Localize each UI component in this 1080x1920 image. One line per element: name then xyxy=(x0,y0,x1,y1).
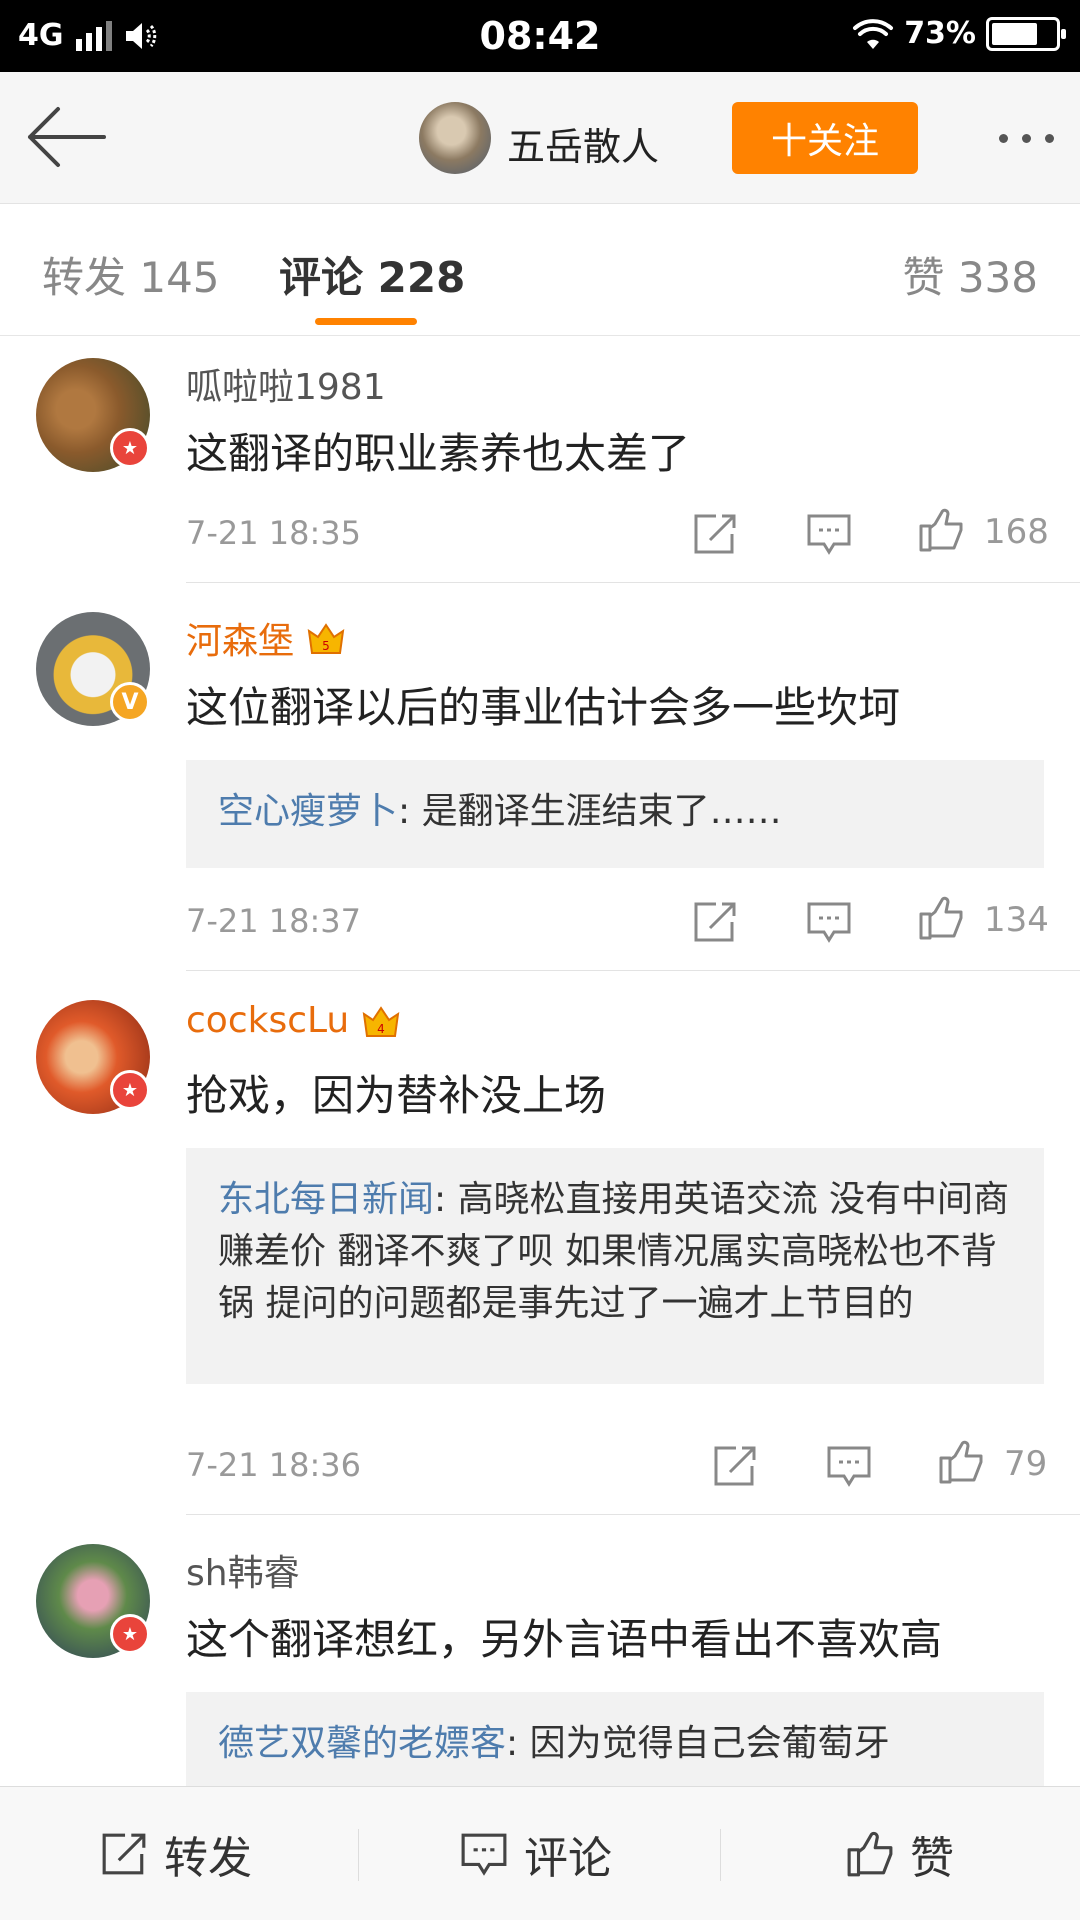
svg-text:4: 4 xyxy=(377,1022,385,1036)
battery-percent: 73% xyxy=(904,16,976,51)
bottom-action-bar: 转发 评论 赞 xyxy=(0,1786,1080,1920)
reply-text: : 因为觉得自己会葡萄牙 xyxy=(506,1723,890,1764)
comment-icon xyxy=(461,1833,507,1876)
vip-crown-icon: 4 xyxy=(362,1005,400,1037)
bottom-divider xyxy=(720,1829,721,1881)
detail-tabs: 转发 145 评论 228 赞 338 xyxy=(0,204,1080,336)
back-arrow-icon[interactable] xyxy=(22,102,112,172)
active-tab-indicator xyxy=(315,318,417,325)
profile-header: 五岳散人 十关注 xyxy=(0,72,1080,204)
comment-username[interactable]: 呱啦啦1981 xyxy=(186,358,386,410)
profile-name[interactable]: 五岳散人 xyxy=(507,116,659,171)
member-badge-icon: ★ xyxy=(110,1070,150,1110)
follow-button[interactable]: 十关注 xyxy=(732,102,918,174)
reply-icon[interactable] xyxy=(826,1444,872,1488)
reply-preview[interactable]: 东北每日新闻: 高晓松直接用英语交流 没有中间商赚差价 翻译不爽了呗 如果情况属… xyxy=(186,1148,1044,1384)
comment-time: 7-21 18:35 xyxy=(186,514,362,552)
reply-preview[interactable]: 空心瘦萝卜: 是翻译生涯结束了…… xyxy=(186,760,1044,868)
comment-username[interactable]: cockscLu 4 xyxy=(186,1000,401,1041)
reply-icon[interactable] xyxy=(806,900,852,944)
vip-crown-icon: 5 xyxy=(307,623,345,654)
reply-username[interactable]: 德艺双馨的老嫖客 xyxy=(218,1723,506,1764)
status-bar: 4G 08:42 73% xyxy=(0,0,1080,72)
repost-label: 转发 xyxy=(164,1833,252,1884)
reply-icon[interactable] xyxy=(806,512,852,556)
like-icon[interactable] xyxy=(918,508,964,552)
comment-username[interactable]: sh韩睿 xyxy=(186,1544,300,1596)
like-count: 134 xyxy=(984,900,1049,940)
like-label: 赞 xyxy=(910,1833,954,1884)
svg-text:5: 5 xyxy=(322,639,330,653)
member-badge-icon: ★ xyxy=(110,428,150,468)
share-icon[interactable] xyxy=(692,900,738,944)
tab-likes[interactable]: 赞 338 xyxy=(902,244,1038,305)
comment-time: 7-21 18:36 xyxy=(186,1446,362,1484)
member-badge-icon: ★ xyxy=(110,1614,150,1654)
comment-divider xyxy=(186,970,1080,971)
reply-username[interactable]: 东北每日新闻 xyxy=(218,1179,434,1220)
repost-button[interactable]: 转发 xyxy=(100,1787,252,1920)
comment-label: 评论 xyxy=(524,1833,612,1884)
repost-icon xyxy=(102,1833,146,1875)
like-count: 168 xyxy=(984,512,1049,552)
like-icon[interactable] xyxy=(938,1440,984,1484)
like-icon[interactable] xyxy=(918,896,964,940)
thumbs-up-icon xyxy=(847,1831,893,1877)
profile-avatar[interactable] xyxy=(419,102,491,174)
comment-text: 这翻译的职业素养也太差了 xyxy=(186,429,691,478)
share-icon[interactable] xyxy=(692,512,738,556)
comment-text: 这个翻译想红，另外言语中看出不喜欢高 xyxy=(186,1615,943,1664)
comment-text: 抢戏，因为替补没上场 xyxy=(186,1071,607,1120)
tab-comments[interactable]: 评论 228 xyxy=(279,244,465,305)
comment-button[interactable]: 评论 xyxy=(460,1787,612,1920)
comment-time: 7-21 18:37 xyxy=(186,902,362,940)
battery-icon xyxy=(986,16,1066,51)
verified-v-icon: V xyxy=(110,682,150,722)
wifi-icon xyxy=(853,18,894,49)
like-count: 79 xyxy=(1004,1444,1048,1484)
more-options-icon[interactable] xyxy=(999,134,1054,143)
share-icon[interactable] xyxy=(712,1444,758,1488)
reply-text: : 是翻译生涯结束了…… xyxy=(398,791,782,832)
bottom-divider xyxy=(358,1829,359,1881)
reply-username[interactable]: 空心瘦萝卜 xyxy=(218,791,398,832)
comment-divider xyxy=(186,582,1080,583)
comment-text: 这位翻译以后的事业估计会多一些坎坷 xyxy=(186,683,901,732)
tab-repost[interactable]: 转发 145 xyxy=(42,244,220,305)
comment-divider xyxy=(186,1514,1080,1515)
like-button[interactable]: 赞 xyxy=(846,1787,954,1920)
status-right: 73% xyxy=(852,16,1066,51)
comment-username[interactable]: 河森堡 5 xyxy=(186,612,346,664)
